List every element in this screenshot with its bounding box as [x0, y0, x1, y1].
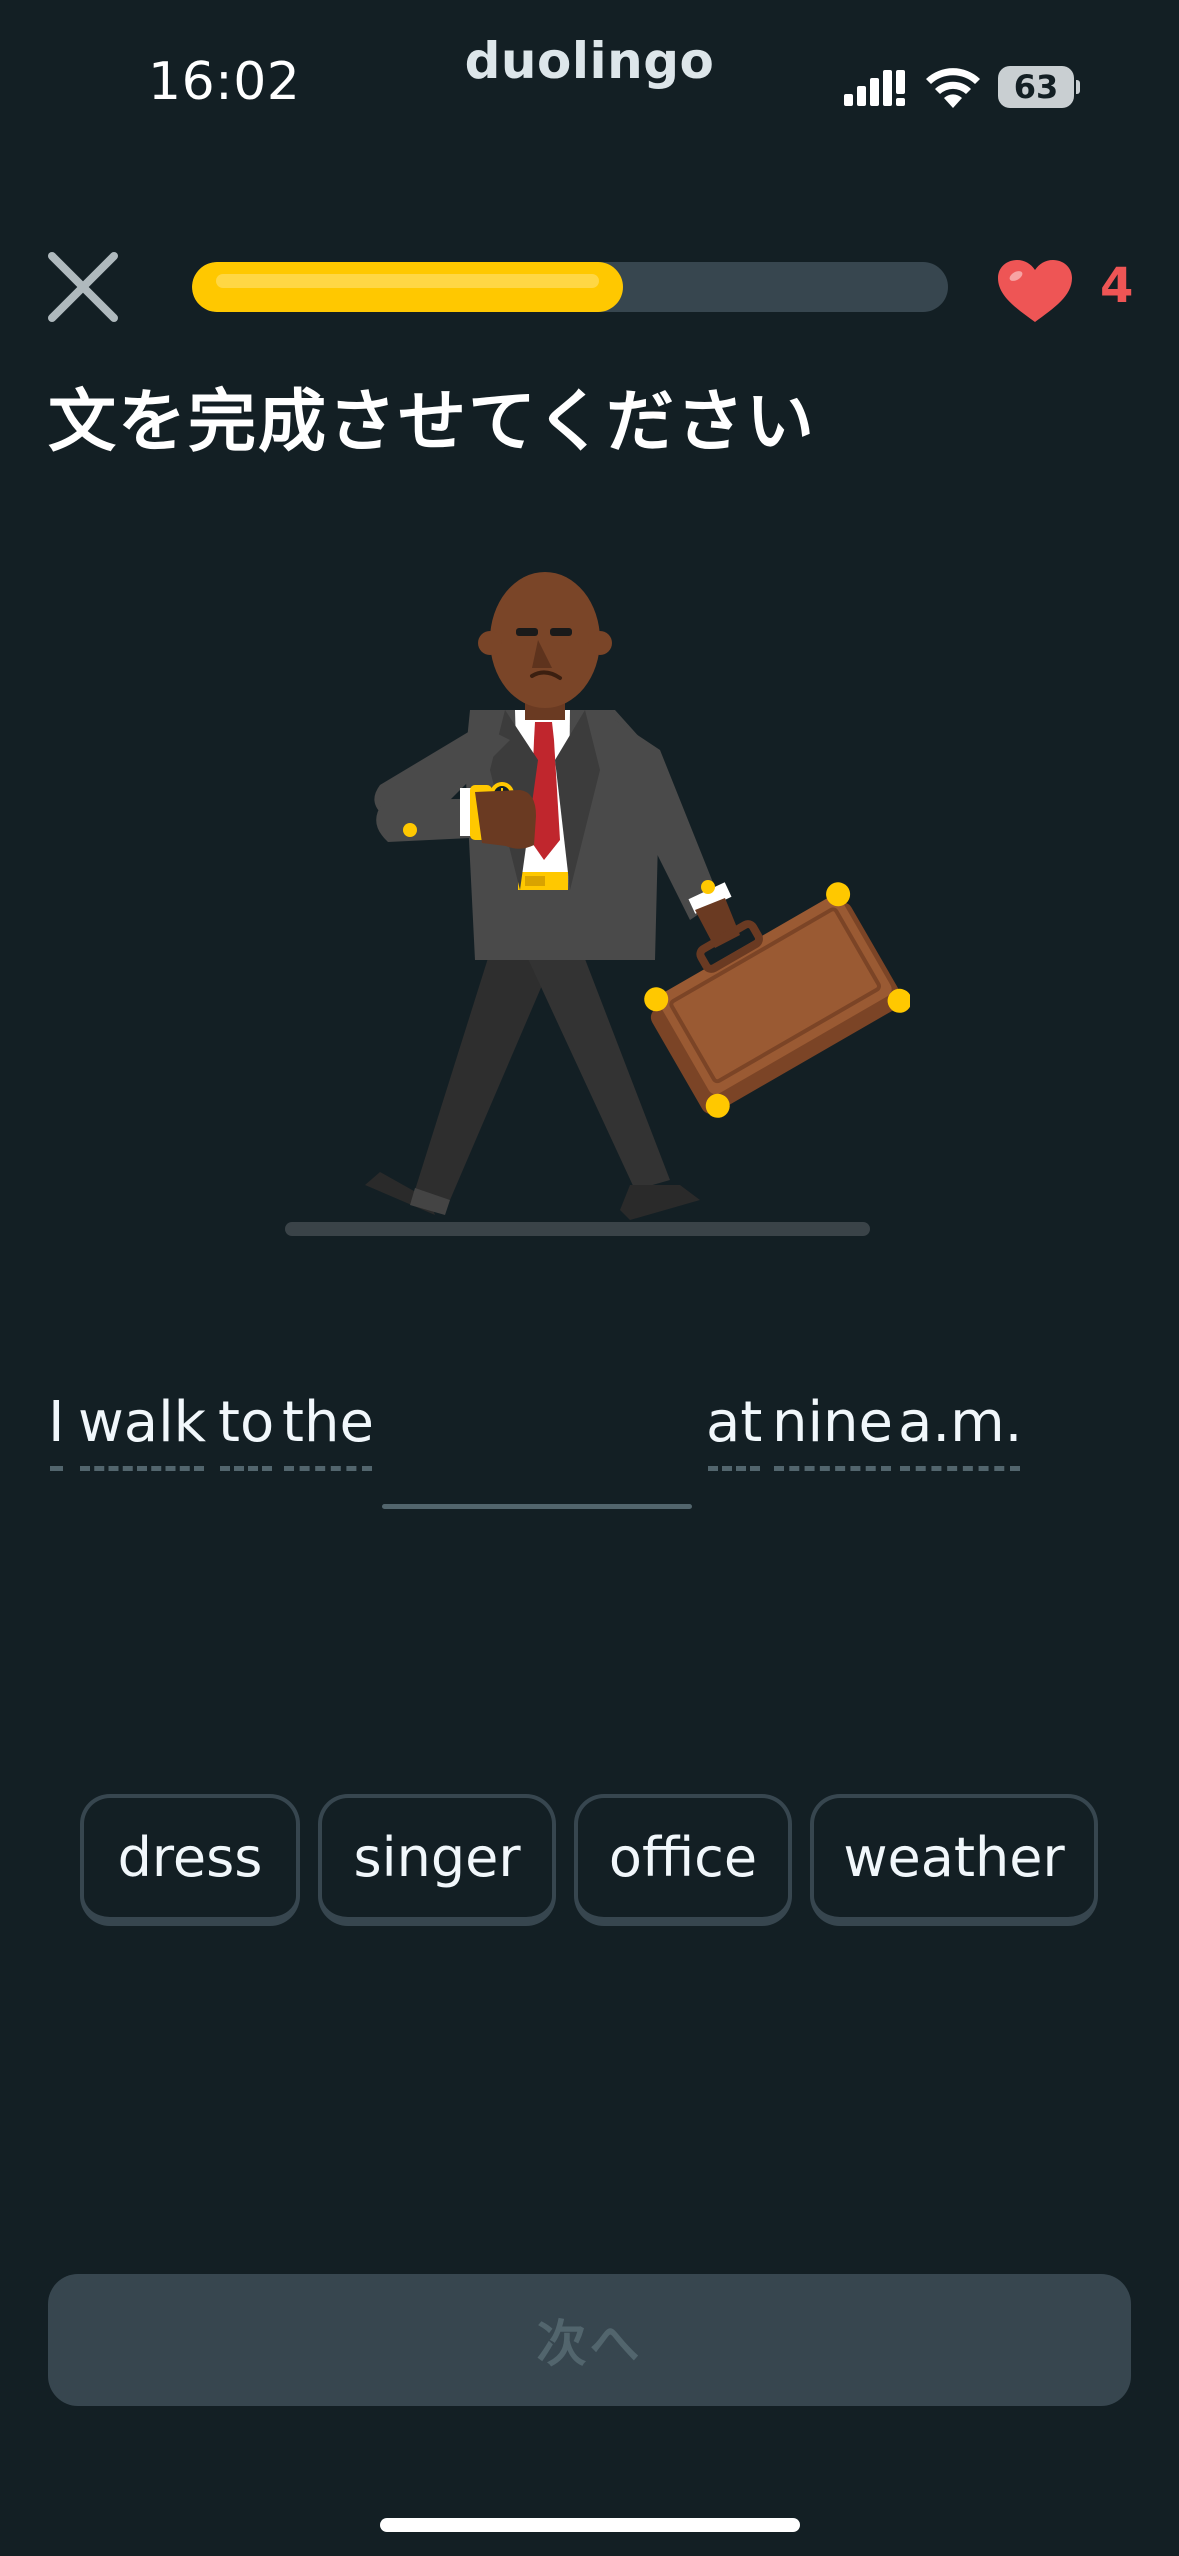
hearts-count: 4	[1100, 258, 1134, 314]
choice-chip-dress[interactable]: dress	[80, 1794, 300, 1926]
next-button[interactable]: 次へ	[48, 2274, 1131, 2406]
businessman-illustration	[285, 572, 910, 1236]
answer-blank[interactable]	[382, 1504, 692, 1509]
sentence-word[interactable]: walk	[78, 1390, 206, 1471]
home-indicator[interactable]	[380, 2518, 800, 2532]
sentence-word[interactable]: the	[282, 1390, 374, 1471]
lesson-progress-bar	[192, 262, 948, 312]
word-bank: dress singer office weather	[80, 1794, 1100, 1928]
signal-icon	[844, 70, 905, 106]
sentence: I walk to the at nine a.m.	[48, 1390, 1148, 1540]
close-icon[interactable]	[46, 250, 120, 324]
exercise-instruction: 文を完成させてください	[48, 383, 816, 462]
battery-level: 63	[1013, 68, 1059, 106]
sentence-word[interactable]: a.m.	[898, 1390, 1022, 1471]
sentence-word[interactable]: I	[48, 1390, 65, 1471]
heart-icon[interactable]	[996, 258, 1074, 324]
sentence-word[interactable]: to	[218, 1390, 274, 1471]
sentence-word[interactable]: nine	[772, 1390, 893, 1471]
wifi-icon	[926, 68, 980, 108]
progress-shine	[216, 274, 599, 288]
choice-chip-office[interactable]: office	[574, 1794, 792, 1926]
choice-chip-singer[interactable]: singer	[318, 1794, 556, 1926]
choice-chip-weather[interactable]: weather	[810, 1794, 1098, 1926]
sentence-word[interactable]: at	[706, 1390, 762, 1471]
battery-icon: 63	[998, 66, 1080, 108]
